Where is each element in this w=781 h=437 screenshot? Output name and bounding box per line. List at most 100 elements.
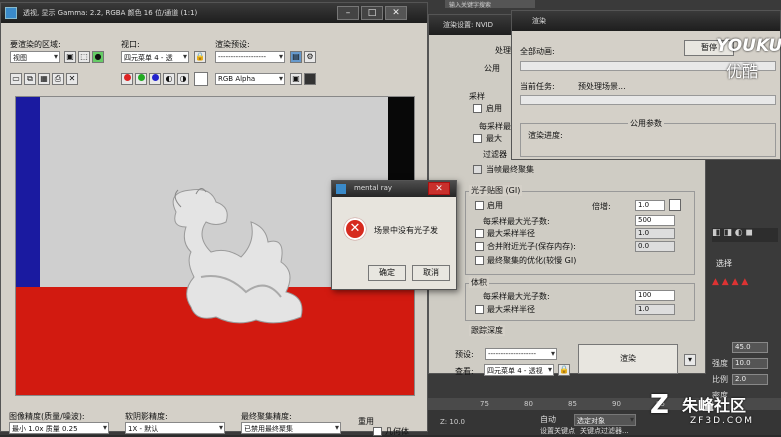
panel-spinner-45[interactable]: 45.0 <box>732 342 768 353</box>
photon-enable-label: 启用 <box>487 201 503 210</box>
red-channel-icon[interactable] <box>121 73 133 85</box>
tab-processing[interactable]: 处理 <box>495 45 511 56</box>
zf3d-logo-mark: Z <box>650 390 669 420</box>
selected-object-select[interactable]: 选定对象 <box>574 414 636 426</box>
current-gather-label: 当帧最终聚集 <box>486 165 534 174</box>
tick-85: 85 <box>568 400 577 408</box>
render-setup-icon[interactable]: ▤ <box>290 51 302 63</box>
z-coordinate: Z: 10.0 <box>440 418 465 426</box>
window-title: 透视, 显示 Gamma: 2.2, RGBA 颜色 16 位/通道 (1:1) <box>23 9 198 17</box>
vol-max-radius-spinner[interactable]: 1.0 <box>635 304 675 315</box>
total-anim-label: 全部动画: <box>520 47 555 56</box>
max-checkbox[interactable] <box>473 134 482 143</box>
render-dropdown-icon[interactable]: ▾ <box>684 354 696 366</box>
blue-channel-icon[interactable] <box>149 73 161 85</box>
final-gather-select[interactable]: 已禁用最终聚集 <box>241 422 341 434</box>
max-radius-spinner[interactable]: 1.0 <box>635 228 675 239</box>
optimize-checkbox[interactable] <box>475 256 484 265</box>
soft-shadow-select[interactable]: 1X - 默认 <box>125 422 225 434</box>
region-color-icon[interactable]: ● <box>92 51 104 63</box>
sampling-rollout[interactable]: 采样 <box>469 91 485 102</box>
image-precision-select[interactable]: 最小 1.0x 质量 0.25 <box>9 422 109 434</box>
soft-shadow-label: 软阴影精度: <box>125 412 168 421</box>
max-radius-label: 最大采样半径 <box>487 229 535 238</box>
max-photons-label: 每采样最大光子数: <box>483 217 550 226</box>
lock-view-icon[interactable]: 🔒 <box>558 364 570 376</box>
clone-icon[interactable]: ▦ <box>38 73 50 85</box>
photon-map-title: 光子贴图 (GI) <box>469 185 523 196</box>
youku-cn-logo: 优酷 <box>726 62 759 81</box>
save-image-icon[interactable]: ▭ <box>10 73 22 85</box>
zf3d-logo: 朱峰社区 <box>682 396 747 415</box>
multiplier-spinner[interactable]: 1.0 <box>635 200 665 211</box>
max-photons-spinner[interactable]: 500 <box>635 215 675 226</box>
vol-max-radius-label: 最大采样半径 <box>487 305 535 314</box>
vol-max-photons-spinner[interactable]: 100 <box>635 290 675 301</box>
render-progress-window: 渲染 全部动画: 暂停 当前任务: 预处理场景... 公用参数 渲染进度: <box>511 10 781 160</box>
vol-max-photons-label: 每采样最大光子数: <box>483 292 550 301</box>
print-icon[interactable]: ⎙ <box>52 73 64 85</box>
area-select[interactable]: 视图 <box>10 51 60 63</box>
display-icon[interactable] <box>304 73 316 85</box>
trace-depth-title: 跟踪深度 <box>469 325 505 336</box>
optimize-label: 最终聚集的优化(较慢 GI) <box>487 256 577 265</box>
green-channel-icon[interactable] <box>135 73 147 85</box>
scale-label: 比例 <box>712 375 728 384</box>
channel-select[interactable]: RGB Alpha <box>215 73 285 85</box>
render-button[interactable]: 渲染 <box>578 344 678 374</box>
ok-button[interactable]: 确定 <box>368 265 406 281</box>
toggle-ui-icon[interactable]: ▣ <box>290 73 302 85</box>
mono-icon[interactable]: ◑ <box>177 73 189 85</box>
panel-spinner-10[interactable]: 10.0 <box>732 358 768 369</box>
cancel-button[interactable]: 取消 <box>412 265 450 281</box>
clear-icon[interactable]: ✕ <box>66 73 78 85</box>
auto-key-button[interactable]: 自动 <box>540 414 556 425</box>
selection-rollout[interactable]: 选择 <box>716 258 732 269</box>
copy-image-icon[interactable]: ⧉ <box>24 73 36 85</box>
search-bar[interactable]: 输入关键字搜索 <box>445 0 535 9</box>
color-swatch-icon[interactable] <box>194 72 208 86</box>
environment-icon[interactable]: ⚙ <box>304 51 316 63</box>
merge-label: 合并附近光子(保存内存): <box>487 242 576 251</box>
youku-logo: YOUKU <box>716 36 781 56</box>
vol-max-radius-checkbox[interactable] <box>475 305 484 314</box>
dialog-app-icon <box>336 184 346 194</box>
render-setup-title: 渲染设置: NVID <box>443 21 494 29</box>
photon-enable-checkbox[interactable] <box>475 201 484 210</box>
multiplier-color-swatch[interactable] <box>669 199 681 211</box>
filter-label: 过滤器 <box>483 150 507 159</box>
image-precision-label: 图像精度(质量/噪波): <box>9 412 85 421</box>
panel-spinner-2[interactable]: 2.0 <box>732 374 768 385</box>
alpha-channel-icon[interactable]: ◐ <box>163 73 175 85</box>
viewport-label: 视口: <box>121 40 140 49</box>
merge-spinner[interactable]: 0.0 <box>635 241 675 252</box>
sampling-enable-checkbox[interactable] <box>473 104 482 113</box>
close-button[interactable]: ✕ <box>385 6 407 20</box>
minimize-button[interactable]: – <box>337 6 359 20</box>
command-toolbar: ◧ ◨ ◐ ◼ <box>712 228 778 242</box>
view-label: 查看: <box>455 367 474 376</box>
progress-title: 渲染 <box>532 17 546 25</box>
merge-checkbox[interactable] <box>475 242 484 251</box>
current-gather-checkbox[interactable] <box>473 165 482 174</box>
strength-label: 强度 <box>712 359 728 368</box>
current-task-value: 预处理场景... <box>578 82 626 91</box>
geometry-label: 几何体 <box>385 427 409 436</box>
preset-select[interactable]: ------------------- <box>215 51 285 63</box>
viewport-select[interactable]: 四元菜单 4 - 透 <box>121 51 189 63</box>
lock-icon[interactable]: 🔒 <box>194 51 206 63</box>
preset-select-setup[interactable]: ------------------- <box>485 348 557 360</box>
tab-common[interactable]: 公用 <box>484 63 500 74</box>
preset-label-setup: 预设: <box>455 350 474 359</box>
edit-region-icon[interactable]: ▣ <box>64 51 76 63</box>
current-task-label: 当前任务: <box>520 82 555 91</box>
dialog-close-button[interactable]: ✕ <box>428 182 450 195</box>
dialog-message: 场景中没有光子发 <box>374 226 438 235</box>
task-progress-bar <box>520 95 776 105</box>
view-select-setup[interactable]: 四元菜单 4 - 透视 <box>484 364 554 376</box>
max-radius-checkbox[interactable] <box>475 229 484 238</box>
tick-90: 90 <box>612 400 621 408</box>
maximize-button[interactable]: □ <box>361 6 383 20</box>
auto-region-icon[interactable]: ⬚ <box>78 51 90 63</box>
area-label: 要渲染的区域: <box>10 40 61 49</box>
